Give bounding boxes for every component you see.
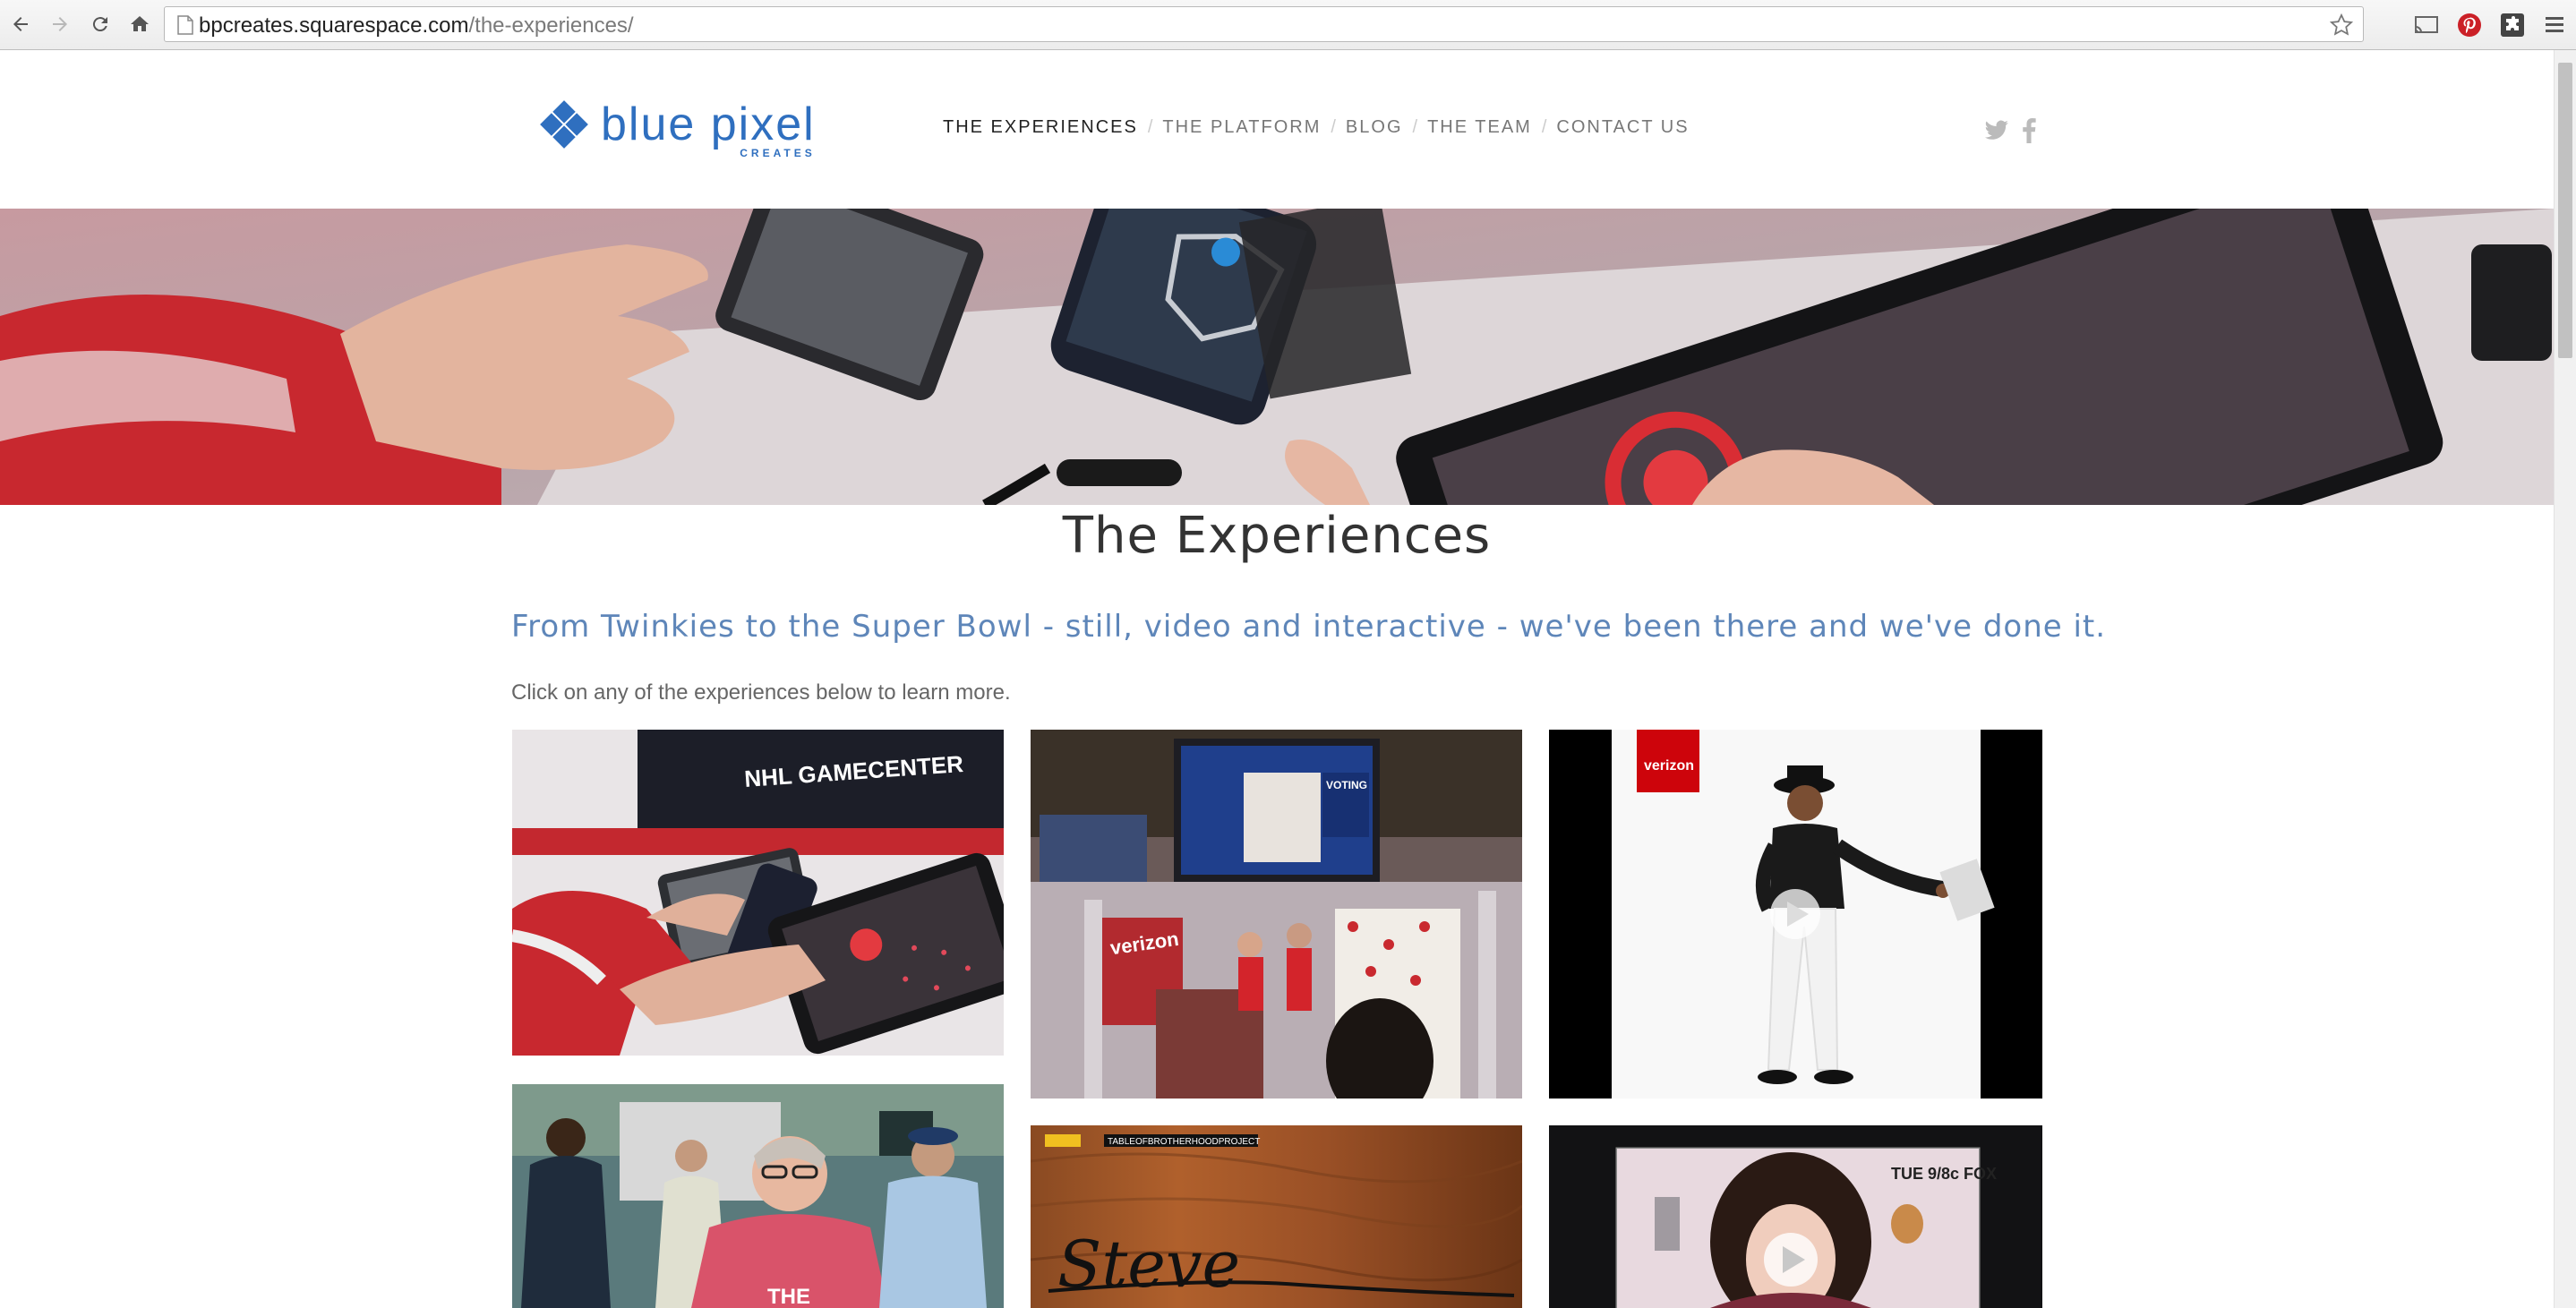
logo-wordmark: blue pixel CREATES [601,98,816,159]
experience-tile-fox-video[interactable]: TUE 9/8c FOX [1549,1125,2042,1308]
experience-tile-table-of-brotherhood[interactable]: TABLEOFBROTHERHOODPROJECT Steve [1031,1125,1522,1308]
hero-banner [0,209,2554,505]
tile-signature: Steve [1057,1227,1240,1302]
experience-tile-verizon-voting-booth[interactable]: VOTING verizon [1031,730,1522,1099]
nav-separator: / [1331,117,1336,137]
bookmark-star-icon[interactable] [2329,13,2354,42]
facebook-icon[interactable] [2022,118,2036,148]
tile-caption: VOTING [1326,779,1367,791]
hero-image [0,209,2554,505]
page-title: The Experiences [1062,507,1492,565]
tile-caption: THE [767,1285,810,1308]
logo-sub-text: CREATES [740,147,816,159]
tile-caption: TABLEOFBROTHERHOODPROJECT [1108,1137,1260,1147]
logo-main-text: blue pixel [601,98,816,150]
page-icon [177,15,193,39]
browser-toolbar: bpcreates.squarespace.com/the-experience… [0,0,2576,50]
tile-caption: TUE 9/8c FOX [1891,1165,1997,1183]
url-host: bpcreates.squarespace.com [199,13,469,38]
nav-separator: / [1541,117,1547,137]
nav-the-experiences[interactable]: THE EXPERIENCES [943,117,1138,138]
tile-image: verizon [1549,730,2042,1099]
forward-icon[interactable] [45,9,75,39]
site-logo[interactable]: blue pixel CREATES [540,95,816,159]
reload-icon[interactable] [85,9,116,39]
nav-contact-us[interactable]: CONTACT US [1556,117,1689,138]
page-tagline: From Twinkies to the Super Bowl - still,… [511,609,2107,645]
tile-image: VOTING verizon [1031,730,1522,1099]
tile-image: TABLEOFBROTHERHOODPROJECT Steve [1031,1125,1522,1308]
experience-tile-nhl-gamecenter[interactable]: NHL GAMECENTER [512,730,1004,1056]
url-text: bpcreates.squarespace.com/the-experience… [199,13,634,38]
cast-icon[interactable] [2412,11,2441,39]
tile-badge: verizon [1644,758,1694,774]
tile-image: NHL GAMECENTER [512,730,1004,1056]
menu-icon[interactable] [2541,11,2568,39]
tile-image: THE [512,1084,1004,1308]
page-scrollbar[interactable] [2554,50,2576,1308]
extension-icon[interactable] [2498,11,2527,39]
experience-tile-crowd-photo[interactable]: THE [512,1084,1004,1308]
experience-tile-verizon-dancer-video[interactable]: verizon [1549,730,2042,1099]
address-bar[interactable]: bpcreates.squarespace.com/the-experience… [164,6,2364,42]
back-icon[interactable] [5,9,36,39]
intro-text: Click on any of the experiences below to… [511,680,1011,705]
pinterest-icon[interactable] [2455,11,2484,39]
tile-image: TUE 9/8c FOX [1549,1125,2042,1308]
twitter-icon[interactable] [1984,120,2009,146]
nav-the-platform[interactable]: THE PLATFORM [1162,117,1321,138]
pixel-diamond-icon [540,100,588,149]
nav-blog[interactable]: BLOG [1346,117,1403,138]
scrollbar-thumb[interactable] [2558,63,2572,358]
url-path: /the-experiences/ [468,13,634,38]
social-links [1984,118,2036,148]
main-navigation: THE EXPERIENCES / THE PLATFORM / BLOG / … [943,117,1690,138]
nav-the-team[interactable]: THE TEAM [1427,117,1532,138]
home-icon[interactable] [124,9,155,39]
nav-separator: / [1412,117,1418,137]
nav-separator: / [1147,117,1153,137]
